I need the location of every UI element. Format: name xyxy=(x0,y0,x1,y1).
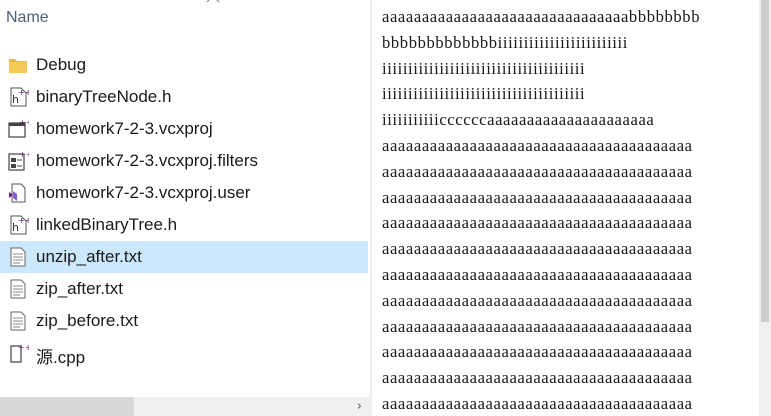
file-list-pane: Name Debug h ++ binaryTreeNode.h + homew… xyxy=(0,0,370,416)
file-row-linkedbinarytree-h[interactable]: h ++ linkedBinaryTree.h xyxy=(0,209,368,241)
file-name: unzip_after.txt xyxy=(36,247,142,266)
file-name: 源.cpp xyxy=(36,348,86,367)
preview-line: iiiiiiiiiiiiiiiiiiiiiiiiiiiiiiiiiiiiiii xyxy=(382,84,586,104)
cpp-header-file-icon: h ++ xyxy=(10,87,29,107)
vertical-scrollbar-thumb[interactable] xyxy=(761,0,769,322)
preview-line: aaaaaaaaaaaaaaaaaaaaaaaaaaaaaaaaaaaaaaa xyxy=(382,316,693,336)
file-name: homework7-2-3.vcxproj.filters xyxy=(36,151,259,170)
file-row-unzip-after-txt[interactable]: unzip_after.txt xyxy=(0,241,368,273)
file-name: zip_after.txt xyxy=(36,279,123,298)
name-column-label: Name xyxy=(6,9,49,26)
svg-text:++: ++ xyxy=(18,88,29,97)
vertical-scrollbar[interactable] xyxy=(759,0,771,416)
text-file-icon xyxy=(10,311,26,331)
visual-studio-user-file-icon xyxy=(9,183,26,203)
preview-pane: aaaaaaaaaaaaaaaaaaaaaaaaaaaaaaabbbbbbbb … xyxy=(372,0,759,416)
file-row-source-cpp[interactable]: ++ 源.cpp xyxy=(0,337,368,369)
preview-line: aaaaaaaaaaaaaaaaaaaaaaaaaaaaaaaaaaaaaaa xyxy=(382,368,693,388)
preview-line: aaaaaaaaaaaaaaaaaaaaaaaaaaaaaaaaaaaaaaa xyxy=(382,161,693,181)
svg-text:++: ++ xyxy=(18,216,29,225)
preview-line: aaaaaaaaaaaaaaaaaaaaaaaaaaaaaaaaaaaaaaa xyxy=(382,187,693,207)
preview-line: aaaaaaaaaaaaaaaaaaaaaaaaaaaaaaaaaaaaaaa xyxy=(382,213,693,233)
svg-text:++: ++ xyxy=(19,118,29,127)
file-row-vcxproj-filters[interactable]: ++ homework7-2-3.vcxproj.filters xyxy=(0,145,368,177)
horizontal-scrollbar[interactable]: › xyxy=(0,397,370,416)
vcxproj-file-icon: ++ xyxy=(8,118,29,138)
file-row-binarytreenode-h[interactable]: h ++ binaryTreeNode.h xyxy=(0,81,368,113)
file-name: homework7-2-3.vcxproj xyxy=(36,119,213,138)
preview-line: aaaaaaaaaaaaaaaaaaaaaaaaaaaaaaaaaaaaaaa xyxy=(382,264,693,284)
preview-line: iiiiiiiiiiiccccccaaaaaaaaaaaaaaaaaaaaa xyxy=(382,110,655,130)
file-row-vcxproj[interactable]: ++ homework7-2-3.vcxproj xyxy=(0,113,368,145)
horizontal-scrollbar-thumb[interactable] xyxy=(0,397,134,416)
file-name: binaryTreeNode.h xyxy=(36,87,172,106)
preview-line: aaaaaaaaaaaaaaaaaaaaaaaaaaaaaaaaaaaaaaa xyxy=(382,393,693,413)
file-row-vcxproj-user[interactable]: homework7-2-3.vcxproj.user xyxy=(0,177,368,209)
text-file-icon xyxy=(10,247,26,267)
cpp-header-file-icon: h ++ xyxy=(10,215,29,235)
text-file-icon xyxy=(10,279,26,299)
file-name: linkedBinaryTree.h xyxy=(36,215,178,234)
svg-text:++: ++ xyxy=(19,150,29,159)
preview-text: aaaaaaaaaaaaaaaaaaaaaaaaaaaaaaabbbbbbbb … xyxy=(382,4,757,416)
file-list: Debug h ++ binaryTreeNode.h ++ homework7… xyxy=(0,49,370,369)
file-name: zip_before.txt xyxy=(36,311,139,330)
file-row-debug[interactable]: Debug xyxy=(0,49,368,81)
preview-line: bbbbbbbbbbbbbiiiiiiiiiiiiiiiiiiiiiiiii xyxy=(382,32,628,52)
file-name: Debug xyxy=(36,55,87,74)
name-column-header[interactable]: Name xyxy=(0,0,370,40)
preview-line: aaaaaaaaaaaaaaaaaaaaaaaaaaaaaaabbbbbbbb xyxy=(382,7,701,26)
folder-icon xyxy=(9,59,27,73)
file-name: homework7-2-3.vcxproj.user xyxy=(36,183,251,202)
preview-line: iiiiiiiiiiiiiiiiiiiiiiiiiiiiiiiiiiiiiii xyxy=(382,58,586,78)
preview-line: aaaaaaaaaaaaaaaaaaaaaaaaaaaaaaaaaaaaaaa xyxy=(382,239,693,259)
file-row-zip-before-txt[interactable]: zip_before.txt xyxy=(0,305,368,337)
preview-line: aaaaaaaaaaaaaaaaaaaaaaaaaaaaaaaaaaaaaaa xyxy=(382,135,693,155)
file-row-zip-after-txt[interactable]: zip_after.txt xyxy=(0,273,368,305)
filters-file-icon: ++ xyxy=(8,150,29,171)
preview-line: aaaaaaaaaaaaaaaaaaaaaaaaaaaaaaaaaaaaaaa xyxy=(382,342,693,362)
svg-text:++: ++ xyxy=(18,343,29,352)
preview-line: aaaaaaaaaaaaaaaaaaaaaaaaaaaaaaaaaaaaaaa xyxy=(382,290,693,310)
cpp-source-file-icon: ++ xyxy=(10,343,29,363)
scroll-right-arrow-icon[interactable]: › xyxy=(357,399,362,414)
chevron-up-icon xyxy=(206,0,220,3)
